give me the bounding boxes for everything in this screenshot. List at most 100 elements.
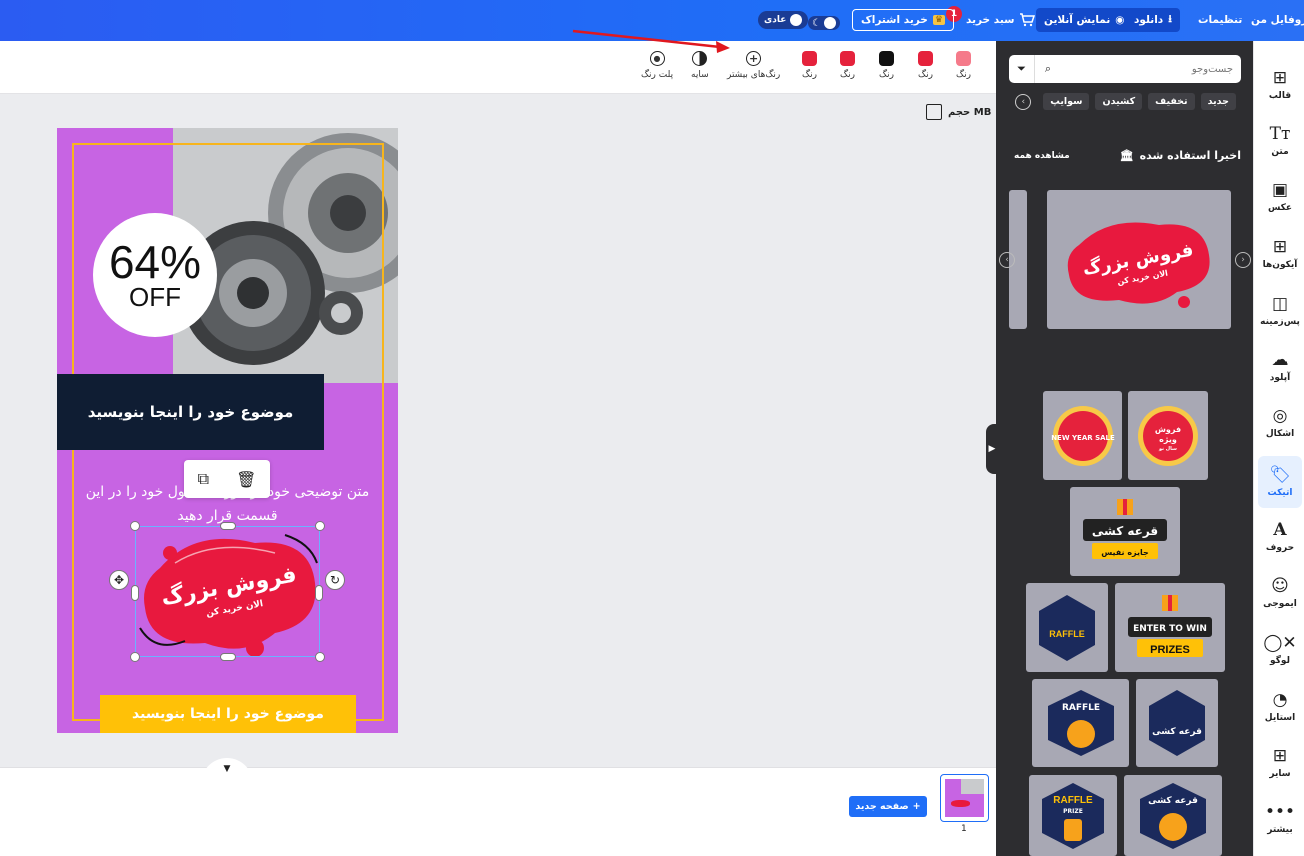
sidebar-item-other[interactable]: ⊞ سایر bbox=[1258, 737, 1302, 789]
sidebar-item-background[interactable]: ◫ پس‌زمینه bbox=[1258, 285, 1302, 337]
lottery-sub-text: جایزه نفیس bbox=[1101, 548, 1149, 558]
move-icon[interactable]: ✥ bbox=[109, 570, 129, 590]
rotate-icon[interactable]: ↻ bbox=[325, 570, 345, 590]
recent-header: مشاهده همه 🏛 اخیرا استفاده شده bbox=[1014, 149, 1241, 162]
filter-icon[interactable]: ⏷ bbox=[1009, 55, 1035, 83]
sticker-card-new-year[interactable]: NEW YEAR SALE bbox=[1043, 391, 1122, 480]
color-tool-3[interactable]: رنگ bbox=[879, 51, 894, 80]
calculator-icon bbox=[926, 104, 942, 120]
recent-title-icon: 🏛 bbox=[1119, 149, 1134, 162]
page-thumbnail[interactable] bbox=[940, 774, 989, 822]
sidebar-item-logo[interactable]: ◯✕ لوگو bbox=[1258, 624, 1302, 676]
special-sale-line2: ویژه bbox=[1159, 435, 1177, 444]
sidebar-item-shapes[interactable]: ◎ اشکال bbox=[1258, 397, 1302, 449]
theme-toggle[interactable]: ☾ bbox=[808, 11, 840, 35]
palette-tool[interactable]: ● پلت رنگ bbox=[641, 51, 673, 80]
sidebar-item-style[interactable]: ◔ استایل bbox=[1258, 681, 1302, 733]
sticker-card-lottery[interactable]: قرعه کشی جایزه نفیس bbox=[1070, 487, 1180, 576]
discount-value: 64% bbox=[108, 236, 202, 288]
sidebar-item-more[interactable]: ••• بیشتر bbox=[1258, 793, 1302, 845]
resize-handle-tl[interactable] bbox=[130, 521, 140, 531]
sticker-card-raffle-prize[interactable]: RAFFLE PRIZE bbox=[1029, 775, 1117, 856]
sidebar-item-stickers[interactable]: 🏷 اتیکت bbox=[1258, 456, 1302, 508]
moon-icon: ☾ bbox=[812, 17, 821, 29]
page-thumbnail-preview bbox=[945, 779, 984, 817]
template-icon: ⊞ bbox=[1272, 68, 1288, 88]
search-input[interactable] bbox=[1061, 55, 1241, 83]
settings-link[interactable]: تنظیمات bbox=[1198, 8, 1242, 32]
duplicate-icon[interactable]: ⧉ bbox=[198, 469, 209, 489]
subscribe-label: خرید اشتراک bbox=[861, 14, 928, 26]
resize-handle-tr[interactable] bbox=[315, 521, 325, 531]
sidebar-item-letters[interactable]: A حروف bbox=[1258, 511, 1302, 563]
sidebar-item-label: حروف bbox=[1265, 543, 1295, 553]
sidebar-item-emoji[interactable]: ☺ ایموجی bbox=[1258, 567, 1302, 619]
chip-lottery[interactable]: کشیدن bbox=[1095, 93, 1143, 110]
sidebar-item-template[interactable]: ⊞ قالب bbox=[1258, 59, 1302, 111]
category-chips: جدید تخفیف کشیدن سوایپ ‹ bbox=[1014, 93, 1236, 110]
discount-circle[interactable]: 64% OFF bbox=[93, 213, 217, 337]
preview-button[interactable]: نمایش آنلاین ◉ bbox=[1036, 8, 1133, 32]
sticker-card-raffle-1[interactable]: RAFFLE bbox=[1026, 583, 1108, 672]
file-size-indicator[interactable]: حجم MB bbox=[926, 104, 991, 120]
new-page-button[interactable]: صفحه جدید + bbox=[849, 796, 927, 817]
shade-tool[interactable]: سایه bbox=[691, 51, 709, 80]
color-swatch bbox=[956, 51, 971, 66]
text-icon: Tт bbox=[1269, 124, 1291, 144]
sticker-card-lottery-3[interactable]: قرعه کشی bbox=[1124, 775, 1222, 856]
sticker-card-special-sale[interactable]: فروش ویژه سال نو bbox=[1128, 391, 1208, 480]
panel-collapse-button[interactable]: ▶ bbox=[986, 424, 998, 474]
trash-icon[interactable]: 🗑 bbox=[236, 470, 256, 489]
resize-handle-right[interactable] bbox=[315, 585, 323, 601]
color-label: رنگ bbox=[879, 70, 894, 80]
new-page-label: صفحه جدید bbox=[855, 801, 909, 812]
mode-toggle[interactable]: عادی bbox=[758, 11, 809, 29]
sticker-card-lottery-2[interactable]: قرعه کشی bbox=[1136, 679, 1218, 767]
carousel-next-icon[interactable]: › bbox=[1235, 252, 1251, 268]
download-button[interactable]: دانلود ⭳ bbox=[1126, 8, 1180, 32]
chip-new[interactable]: جدید bbox=[1200, 93, 1236, 110]
color-tool-4[interactable]: رنگ bbox=[840, 51, 855, 80]
sidebar-item-upload[interactable]: ☁ آپلود bbox=[1258, 341, 1302, 393]
subscribe-button[interactable]: خرید اشتراک ♛ bbox=[852, 9, 954, 31]
sticker-panel: ⏷ ⌕ جدید تخفیف کشیدن سوایپ ‹ مشاهده همه … bbox=[996, 41, 1253, 856]
enter-to-win-sticker: ENTER TO WIN PRIZES bbox=[1128, 594, 1212, 657]
palette-icon: ● bbox=[649, 51, 665, 66]
footer-bar[interactable]: موضوع خود را اینجا بنویسید bbox=[100, 695, 356, 733]
sidebar-item-label: پس‌زمینه bbox=[1260, 317, 1300, 327]
sticker-card-raffle-2[interactable]: RAFFLE bbox=[1032, 679, 1129, 767]
sticker-card-featured[interactable]: فروش بزرگ الان خرید کن bbox=[1047, 190, 1231, 329]
carousel-prev-icon[interactable]: ‹ bbox=[999, 252, 1015, 268]
color-tool-1[interactable]: رنگ bbox=[956, 51, 971, 80]
theme-toggle-knob bbox=[823, 17, 836, 29]
see-all-link[interactable]: مشاهده همه bbox=[1014, 151, 1070, 161]
lottery-sticker-2: قرعه کشی bbox=[1149, 690, 1205, 756]
search-icon[interactable]: ⌕ bbox=[1035, 55, 1061, 83]
title-bar[interactable]: موضوع خود را اینجا بنویسید bbox=[57, 374, 324, 450]
chip-discount[interactable]: تخفیف bbox=[1148, 93, 1195, 110]
sidebar-item-photo[interactable]: ▣ عکس bbox=[1258, 171, 1302, 223]
sidebar-item-text[interactable]: Tт متن bbox=[1258, 115, 1302, 167]
sticker-card-enter-to-win[interactable]: ENTER TO WIN PRIZES bbox=[1115, 583, 1225, 672]
more-colors-tool[interactable]: + رنگ‌های بیشتر bbox=[727, 51, 780, 80]
emoji-icon: ☺ bbox=[1271, 576, 1289, 596]
resize-handle-bl[interactable] bbox=[130, 652, 140, 662]
profile-link[interactable]: پروفایل من bbox=[1251, 8, 1304, 32]
sidebar-item-icons[interactable]: ⊞ آیکون‌ها bbox=[1258, 228, 1302, 280]
more-colors-label: رنگ‌های بیشتر bbox=[727, 70, 781, 80]
title-text: موضوع خود را اینجا بنویسید bbox=[87, 403, 294, 421]
sidebar-item-label: استایل bbox=[1264, 713, 1296, 723]
cart-button[interactable]: سبد خرید bbox=[966, 8, 1036, 32]
raffle-text-1: RAFFLE bbox=[1049, 629, 1085, 639]
sidebar-item-label: متن bbox=[1271, 147, 1289, 157]
resize-handle-bottom[interactable] bbox=[220, 653, 236, 661]
resize-handle-top[interactable] bbox=[220, 522, 236, 530]
cart-icon bbox=[1020, 13, 1036, 27]
chevron-left-icon[interactable]: ‹ bbox=[1015, 93, 1032, 110]
color-tool-5[interactable]: رنگ bbox=[802, 51, 817, 80]
resize-handle-br[interactable] bbox=[315, 652, 325, 662]
color-tool-2[interactable]: رنگ bbox=[918, 51, 933, 80]
chip-swipe[interactable]: سوایپ bbox=[1043, 93, 1090, 110]
main-sidebar: ⊞ قالب Tт متن ▣ عکس ⊞ آیکون‌ها ◫ پس‌زمین… bbox=[1253, 41, 1304, 856]
resize-handle-left[interactable] bbox=[131, 585, 139, 601]
